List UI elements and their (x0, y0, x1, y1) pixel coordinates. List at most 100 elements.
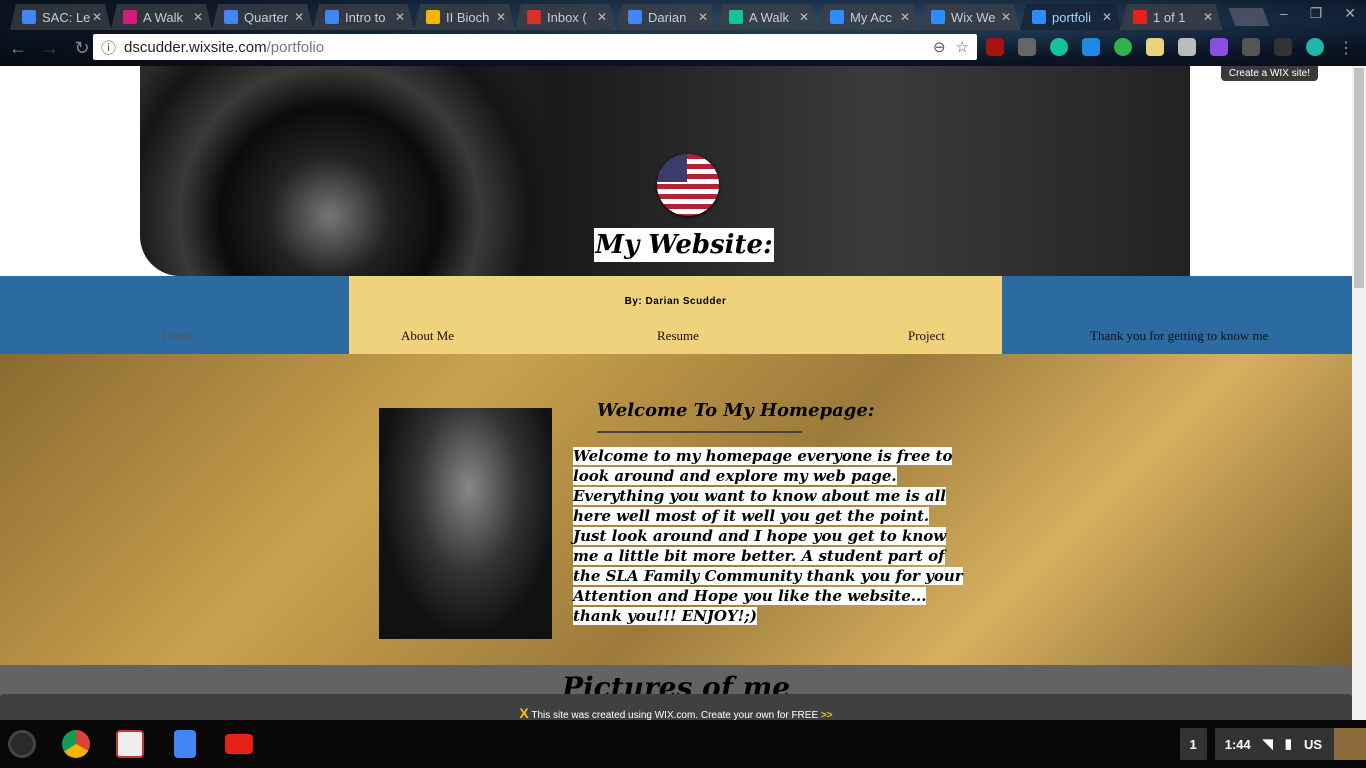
menu-center-panel: By: Darian Scudder About Me Resume Proje… (349, 276, 1002, 354)
close-tab-icon[interactable]: ✕ (1102, 10, 1112, 24)
close-tab-icon[interactable]: ✕ (799, 10, 809, 24)
tab[interactable]: portfoli ✕ (1020, 4, 1121, 30)
menu-item-resume[interactable]: Resume (657, 328, 699, 344)
extension-avatar-icon[interactable] (1146, 38, 1164, 56)
wix-logo-icon: X (519, 705, 529, 721)
tab[interactable]: My Acc ✕ (818, 4, 919, 30)
url-domain: dscudder.wixsite.com (124, 38, 267, 56)
tab[interactable]: 1 of 1 ✕ (1121, 4, 1222, 30)
maximize-button[interactable]: ❐ (1310, 5, 1323, 22)
toolbar: ← → ↻ ⓘ dscudder.wixsite.com/portfolio ⊖… (0, 32, 1366, 64)
welcome-heading: Welcome To My Homepage: (597, 400, 875, 421)
close-tab-icon[interactable]: ✕ (597, 10, 607, 24)
minimize-button[interactable]: – (1280, 5, 1288, 22)
web-page: My Website: Create a WIX site! Home By: … (0, 66, 1352, 720)
extension-d-icon[interactable] (1082, 38, 1100, 56)
gmail-icon (527, 10, 541, 24)
tab[interactable]: A Walk ✕ (111, 4, 212, 30)
tab-title: Inbox ( (547, 9, 587, 25)
google-docs-icon (325, 10, 339, 24)
gmail-icon[interactable] (116, 730, 144, 758)
google-docs-icon (628, 10, 642, 24)
status-area[interactable]: 1:44 ◥ ▮ US (1214, 728, 1366, 760)
window-controls: – ❐ ✕ (1280, 5, 1356, 22)
address-bar[interactable]: ⓘ dscudder.wixsite.com/portfolio ⊖ ☆ (93, 34, 977, 60)
close-tab-icon[interactable]: ✕ (1203, 10, 1213, 24)
tab-title: portfoli (1052, 9, 1092, 25)
profile-photo (379, 408, 552, 639)
magenta-app-icon (123, 10, 137, 24)
close-window-button[interactable]: ✕ (1344, 5, 1356, 22)
extension-leaf-icon[interactable] (1114, 38, 1132, 56)
tab-strip: SAC: Le ✕ A Walk ✕ Quarter ✕ Intro to ✕ II Bioch… (10, 4, 1270, 30)
tab[interactable]: Quarter ✕ (212, 4, 313, 30)
welcome-text: Welcome to my homepage everyone is free … (573, 447, 963, 625)
wix-footer-banner[interactable]: X This site was created using WIX.com. C… (0, 694, 1352, 722)
tab[interactable]: Intro to ✕ (313, 4, 414, 30)
os-shelf: 1 1:44 ◥ ▮ US (0, 720, 1366, 768)
tab-title: Darian (648, 9, 687, 25)
wifi-icon: ◥ (1262, 736, 1273, 751)
menu-item-about-me[interactable]: About Me (401, 328, 454, 344)
wix-icon (931, 10, 945, 24)
close-tab-icon[interactable]: ✕ (294, 10, 304, 24)
google-docs-icon[interactable] (174, 730, 196, 758)
close-tab-icon[interactable]: ✕ (698, 10, 708, 24)
tab-title: 1 of 1 (1153, 9, 1186, 25)
site-title: My Website: (594, 228, 774, 262)
google-slides-icon (426, 10, 440, 24)
tab[interactable]: Darian ✕ (616, 4, 717, 30)
wix-icon (1032, 10, 1046, 24)
extension-rw-icon[interactable] (1210, 38, 1228, 56)
reload-button[interactable]: ↻ (68, 38, 96, 59)
grammarly-icon[interactable] (1050, 38, 1068, 56)
url-path: /portfolio (266, 38, 325, 56)
new-tab-button[interactable] (1228, 8, 1270, 26)
close-tab-icon[interactable]: ✕ (900, 10, 910, 24)
extension-cast-icon[interactable] (1242, 38, 1260, 56)
tab[interactable]: Inbox ( ✕ (515, 4, 616, 30)
zoom-icon[interactable]: ⊖ (933, 38, 946, 56)
bookmark-star-icon[interactable]: ☆ (956, 38, 969, 56)
tab-title: Quarter (244, 9, 289, 25)
page-scrollbar[interactable] (1352, 66, 1366, 720)
user-avatar (1334, 728, 1366, 760)
menu-item-home[interactable]: Home (163, 328, 195, 344)
tab[interactable]: II Bioch ✕ (414, 4, 515, 30)
tab[interactable]: Wix We ✕ (919, 4, 1020, 30)
menu-icon[interactable]: ⋮ (1338, 38, 1354, 58)
grammarly-icon (729, 10, 743, 24)
extension-brackets-icon[interactable] (1178, 38, 1196, 56)
locale: US (1303, 736, 1322, 752)
extension-c-icon[interactable] (1274, 38, 1292, 56)
close-tab-icon[interactable]: ✕ (193, 10, 203, 24)
welcome-section: Welcome To My Homepage: Welcome to my ho… (0, 354, 1352, 665)
close-tab-icon[interactable]: ✕ (92, 10, 102, 24)
menu-item-thank-you[interactable]: Thank you for getting to know me (1090, 328, 1268, 344)
tab[interactable]: SAC: Le ✕ (10, 4, 111, 30)
forward-button[interactable]: → (36, 38, 64, 59)
us-flag-icon (657, 154, 719, 216)
chrome-icon[interactable] (62, 730, 90, 758)
launcher-icon[interactable] (8, 730, 36, 758)
status-tray: 1 1:44 ◥ ▮ US (1179, 728, 1366, 760)
header-banner: My Website: Create a WIX site! (0, 66, 1352, 276)
browser-chrome: SAC: Le ✕ A Walk ✕ Quarter ✕ Intro to ✕ II Bioch… (0, 0, 1366, 66)
back-button[interactable]: ← (4, 38, 32, 59)
youtube-icon[interactable] (225, 734, 253, 754)
create-wix-site-button[interactable]: Create a WIX site! (1220, 66, 1318, 81)
window-count[interactable]: 1 (1179, 728, 1207, 760)
close-tab-icon[interactable]: ✕ (395, 10, 405, 24)
tab-title: My Acc (850, 9, 892, 25)
tab[interactable]: A Walk ✕ (717, 4, 818, 30)
close-tab-icon[interactable]: ✕ (496, 10, 506, 24)
clock: 1:44 (1224, 736, 1251, 752)
menu-item-project[interactable]: Project (908, 328, 945, 344)
info-icon[interactable]: ⓘ (101, 37, 116, 58)
tab-title: Intro to (345, 9, 386, 25)
extension-speaker-icon[interactable] (1018, 38, 1036, 56)
extension-m-icon[interactable] (1306, 38, 1324, 56)
extension-red-icon[interactable] (986, 38, 1004, 56)
close-tab-icon[interactable]: ✕ (1001, 10, 1011, 24)
wix-icon (830, 10, 844, 24)
